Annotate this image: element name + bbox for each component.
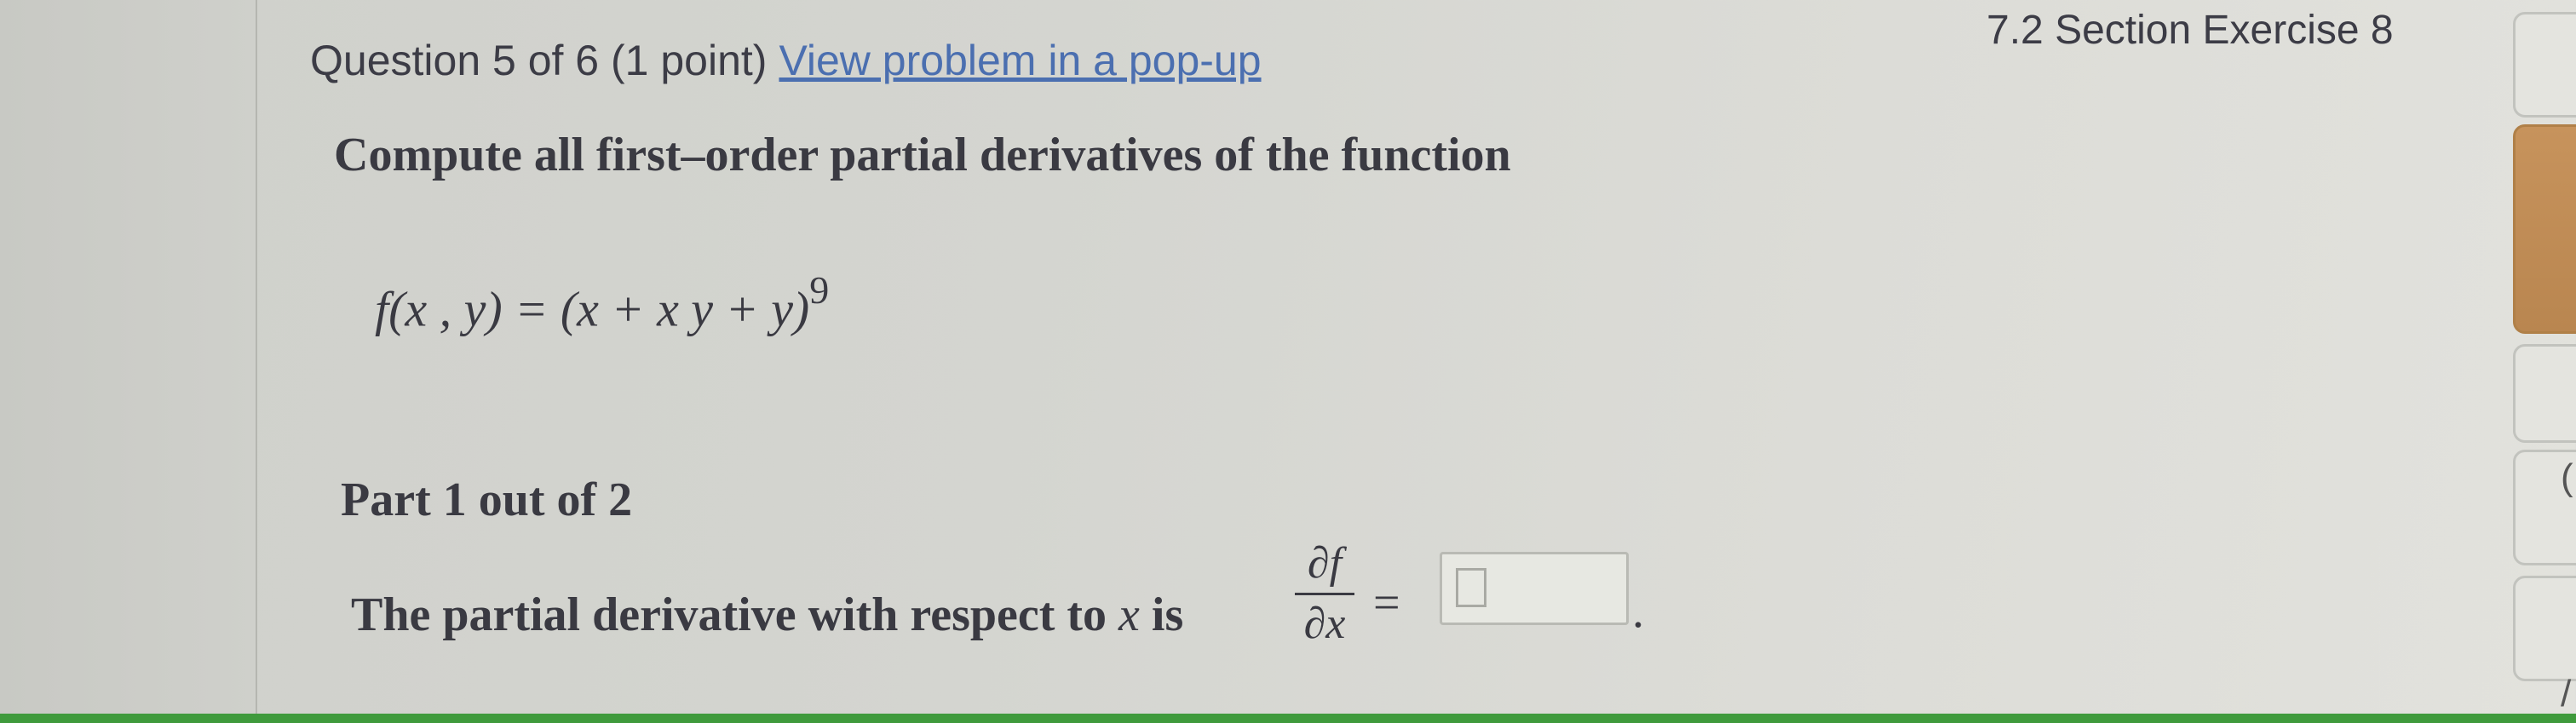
bottom-status-bar [0, 714, 2576, 723]
sidebar-button-top[interactable] [2513, 12, 2576, 118]
prompt-variable: x [1118, 588, 1140, 641]
function-expression: f(x , y) = (x + x y + y) [375, 281, 810, 337]
question-header: Question 5 of 6 (1 point) View problem in… [310, 36, 1262, 85]
left-margin [0, 0, 256, 723]
fraction-numerator: ∂f [1307, 539, 1343, 588]
sidebar-button-middle[interactable] [2513, 344, 2576, 443]
fraction-denominator: ∂x [1303, 600, 1346, 648]
sidebar-button-bottom[interactable] [2513, 576, 2576, 681]
sidebar-edge-glyph-1: ( [2561, 456, 2573, 498]
section-label: 7.2 Section Exercise 8 [1987, 8, 2394, 53]
sentence-period: . [1632, 585, 1644, 638]
question-number-label: Question 5 of 6 (1 point) [310, 37, 768, 84]
fraction-bar [1295, 593, 1354, 595]
equals-sign: = [1373, 577, 1400, 629]
function-formula: f(x , y) = (x + x y + y)9 [375, 268, 829, 337]
prompt-is: is [1151, 588, 1184, 641]
function-exponent: 9 [809, 268, 830, 312]
view-popup-link[interactable]: View problem in a pop-up [779, 37, 1261, 84]
right-sidebar: ( / [2504, 0, 2576, 723]
sidebar-edge-glyph-2: / [2561, 673, 2572, 714]
prompt-text: The partial derivative with respect to [351, 588, 1107, 641]
sidebar-button-accent[interactable] [2513, 124, 2576, 334]
problem-instruction: Compute all first–order partial derivati… [334, 129, 1511, 181]
input-placeholder-box [1456, 568, 1486, 607]
answer-prompt: The partial derivative with respect to x… [351, 588, 1183, 642]
part-label: Part 1 out of 2 [341, 473, 633, 526]
answer-input[interactable] [1440, 552, 1629, 625]
partial-derivative-fraction: ∂f ∂x [1295, 538, 1354, 650]
